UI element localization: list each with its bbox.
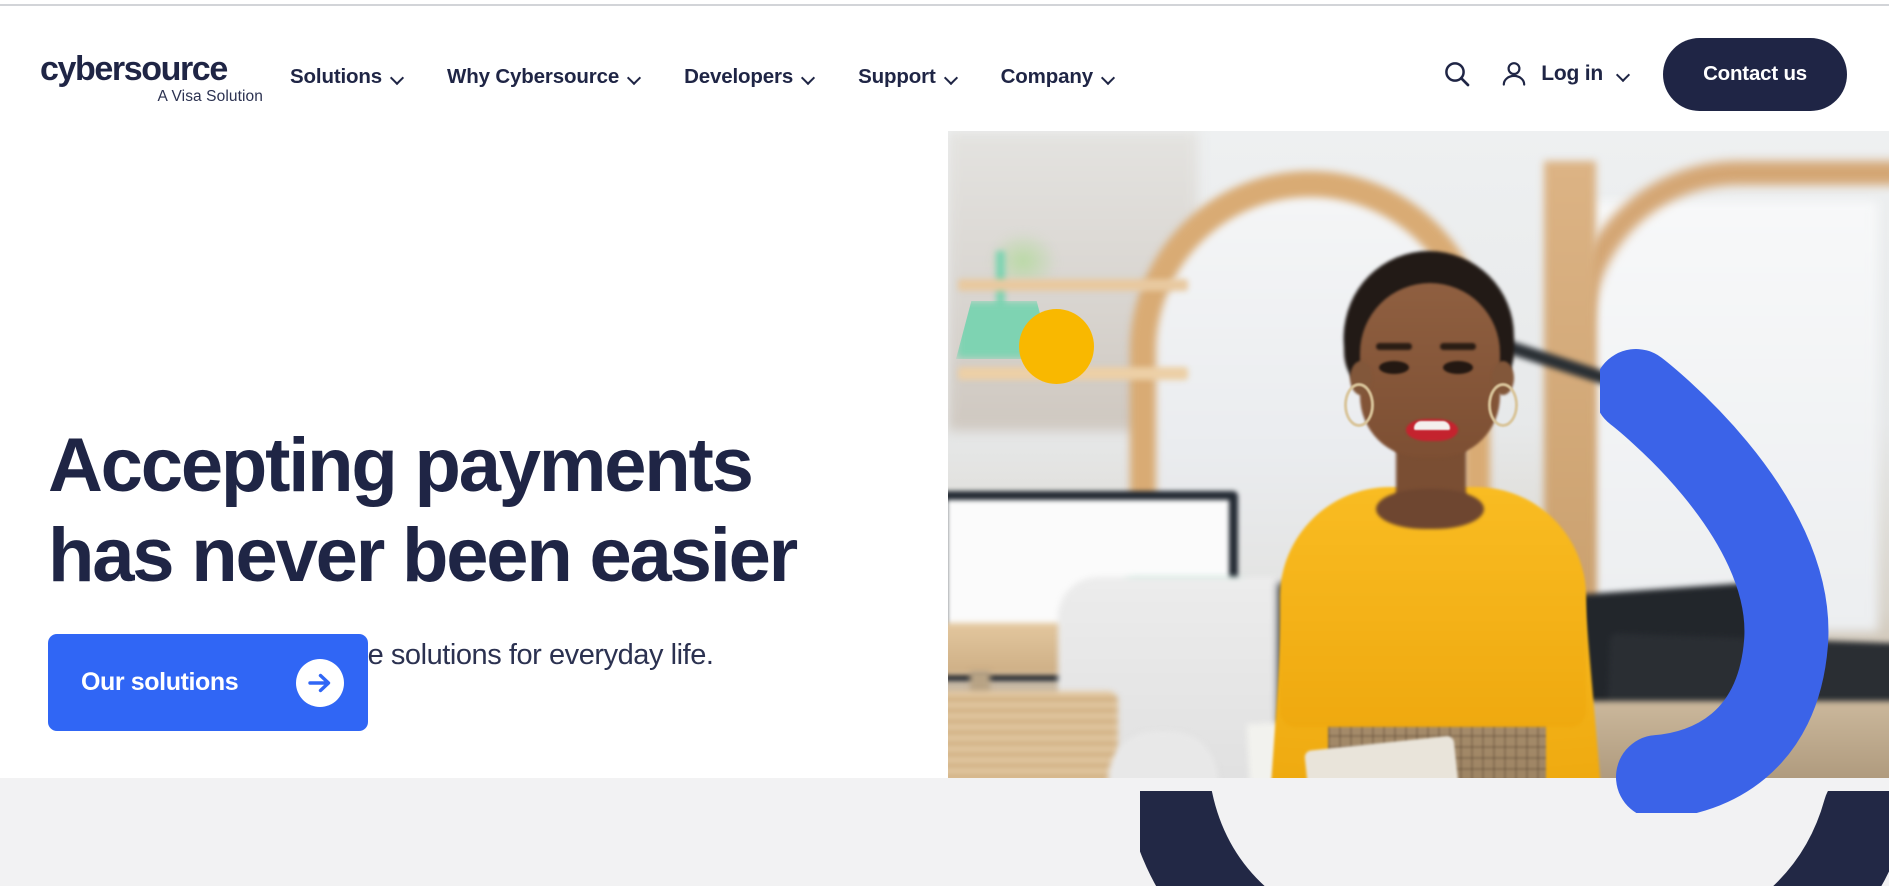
chevron-down-icon bbox=[628, 73, 641, 81]
site-header: cybersource A Visa Solution Solutions Wh… bbox=[0, 6, 1889, 131]
our-solutions-button[interactable]: Our solutions bbox=[48, 634, 368, 731]
person-figure bbox=[1248, 251, 1678, 778]
page-title: Accepting payments has never been easier bbox=[48, 421, 928, 601]
chevron-down-icon bbox=[391, 73, 404, 81]
chevron-down-icon[interactable] bbox=[1617, 70, 1630, 78]
nav-item-support[interactable]: Support bbox=[858, 61, 979, 93]
nav-label: Support bbox=[858, 65, 936, 88]
page-root: cybersource A Visa Solution Solutions Wh… bbox=[0, 0, 1889, 886]
login-link[interactable]: Log in bbox=[1541, 62, 1603, 86]
cybersource-logo[interactable]: cybersource A Visa Solution bbox=[40, 52, 265, 106]
nav-label: Why Cybersource bbox=[447, 65, 620, 88]
nav-label: Company bbox=[1000, 65, 1094, 88]
hero-title-line-2: has never been easier bbox=[48, 513, 798, 598]
nav-label: Developers bbox=[684, 65, 794, 88]
user-icon[interactable] bbox=[1499, 59, 1529, 89]
chevron-down-icon bbox=[802, 73, 815, 81]
logo-tagline: A Visa Solution bbox=[157, 88, 263, 105]
hero-image bbox=[948, 131, 1889, 778]
yellow-circle-decoration bbox=[1019, 309, 1094, 384]
nav-label: Solutions bbox=[290, 65, 383, 88]
header-actions: Log in Contact us bbox=[1442, 32, 1889, 116]
hero-background-gray bbox=[0, 778, 1889, 886]
search-icon[interactable] bbox=[1442, 59, 1472, 89]
nav-item-company[interactable]: Company bbox=[1001, 61, 1136, 93]
logo-wordmark: cybersource bbox=[40, 50, 228, 88]
nav-item-solutions[interactable]: Solutions bbox=[290, 61, 425, 93]
arrow-right-circle-icon bbox=[296, 658, 344, 707]
hero-section: Accepting payments has never been easier… bbox=[0, 131, 1889, 886]
chevron-down-icon bbox=[1102, 73, 1115, 81]
primary-navigation: Solutions Why Cybersource Developers Sup… bbox=[290, 61, 1158, 93]
chevron-down-icon bbox=[945, 73, 958, 81]
office-photo bbox=[948, 131, 1889, 778]
hero-content: Accepting payments has never been easier… bbox=[48, 421, 928, 731]
hero-title-line-1: Accepting payments bbox=[48, 423, 754, 508]
cta-label: Our solutions bbox=[81, 668, 239, 696]
nav-item-developers[interactable]: Developers bbox=[684, 61, 836, 93]
contact-us-button[interactable]: Contact us bbox=[1663, 37, 1847, 111]
nav-item-why-cybersource[interactable]: Why Cybersource bbox=[447, 61, 662, 93]
